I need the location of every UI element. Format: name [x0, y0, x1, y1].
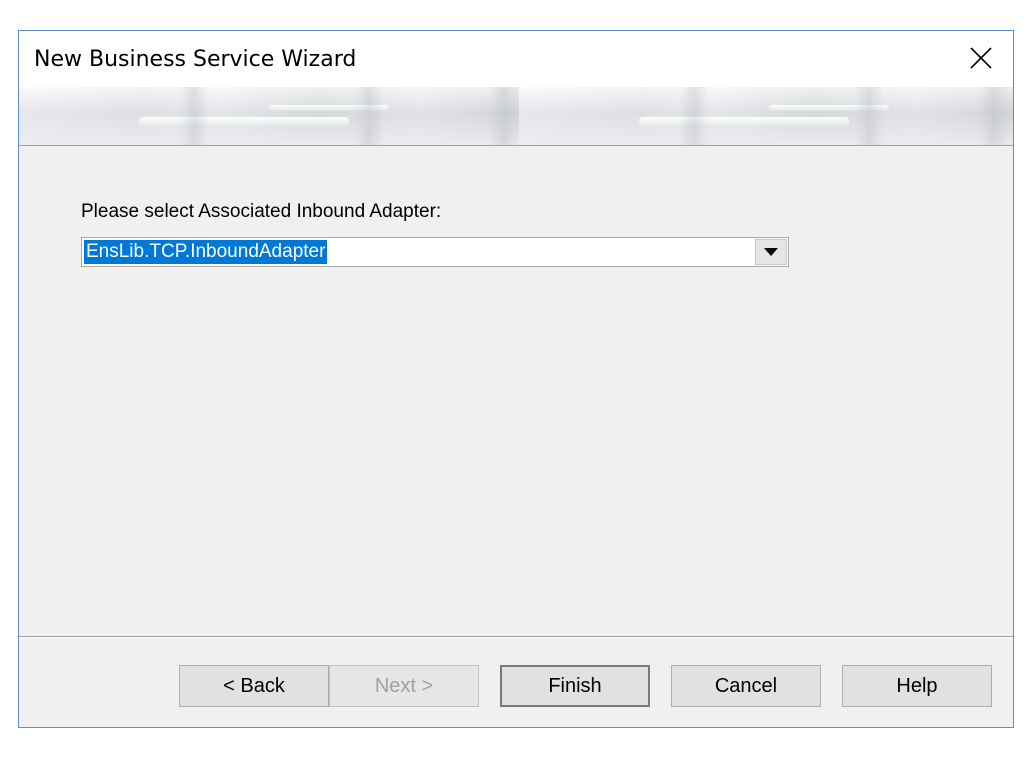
close-icon — [970, 47, 992, 69]
title-bar[interactable]: New Business Service Wizard — [19, 31, 1013, 87]
close-button[interactable] — [949, 31, 1013, 87]
back-button[interactable]: < Back — [179, 665, 329, 707]
dropdown-button[interactable] — [755, 239, 787, 265]
banner-image-right — [519, 87, 1013, 145]
adapter-label: Please select Associated Inbound Adapter… — [81, 201, 442, 222]
finish-button[interactable]: Finish — [500, 665, 650, 707]
wizard-banner-image — [19, 87, 1013, 145]
banner-image-left — [19, 87, 519, 145]
dropdown-arrow-icon — [764, 248, 778, 256]
wizard-window: New Business Service Wizard Please selec… — [18, 30, 1014, 728]
adapter-dropdown[interactable]: EnsLib.TCP.InboundAdapter — [81, 237, 789, 267]
cancel-button[interactable]: Cancel — [671, 665, 821, 707]
window-title: New Business Service Wizard — [34, 47, 357, 72]
help-button[interactable]: Help — [842, 665, 992, 707]
banner-divider — [19, 145, 1013, 146]
adapter-selected-value[interactable]: EnsLib.TCP.InboundAdapter — [84, 240, 328, 264]
next-button[interactable]: Next > — [329, 665, 479, 707]
